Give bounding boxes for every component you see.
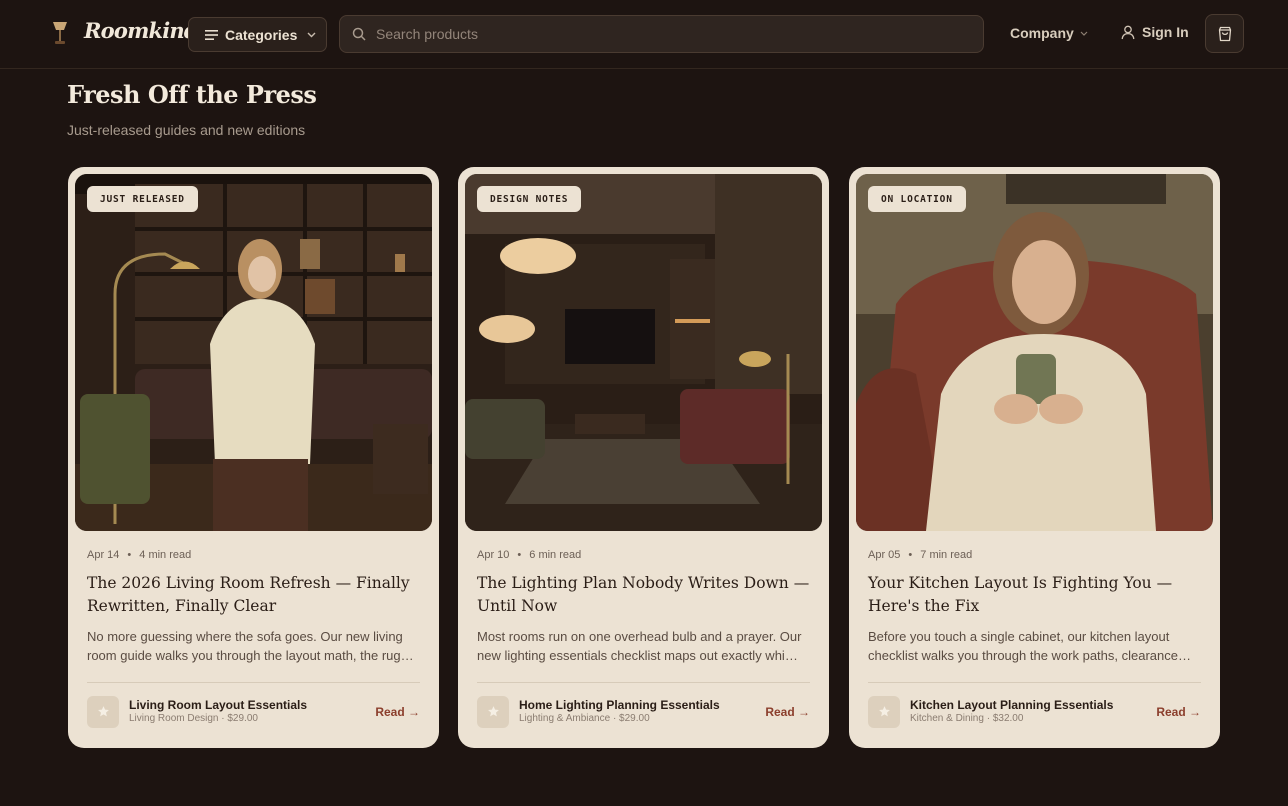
- top-nav: Roomkindle Categories Company Sign In: [0, 0, 1288, 69]
- article-image[interactable]: [465, 174, 822, 531]
- section-title: Fresh Off the Press: [67, 80, 317, 109]
- read-link[interactable]: Read →: [765, 705, 810, 719]
- read-link[interactable]: Read →: [1156, 705, 1201, 719]
- meta-separator: •: [517, 549, 522, 561]
- article-tag: ON LOCATION: [868, 186, 966, 212]
- search-bar[interactable]: [339, 15, 984, 53]
- article-title[interactable]: The 2026 Living Room Refresh — Finally R…: [87, 572, 422, 618]
- categories-label: Categories: [225, 26, 298, 43]
- article-title[interactable]: Your Kitchen Layout Is Fighting You — He…: [868, 572, 1203, 618]
- company-label: Company: [1010, 25, 1074, 41]
- article-card[interactable]: ON LOCATION Apr 05 • 7 min read Your Kit…: [849, 167, 1220, 748]
- related-product[interactable]: Kitchen Layout Planning Essentials Kitch…: [868, 695, 1201, 728]
- article-date: Apr 10: [477, 549, 510, 561]
- section-subtitle: Just-released guides and new editions: [67, 122, 306, 138]
- lamp-logo-icon[interactable]: [50, 19, 70, 47]
- divider: [87, 682, 420, 683]
- star-icon: [477, 695, 509, 728]
- article-tag: DESIGN NOTES: [477, 186, 582, 212]
- product-meta: Living Room Design · $29.00: [129, 713, 258, 724]
- article-date: Apr 14: [87, 549, 120, 561]
- article-excerpt: Before you touch a single cabinet, our k…: [868, 629, 1185, 663]
- related-product[interactable]: Home Lighting Planning Essentials Lighti…: [477, 695, 810, 728]
- article-tag: JUST RELEASED: [87, 186, 198, 212]
- article-image[interactable]: [75, 174, 432, 531]
- sign-in-button[interactable]: Sign In: [1121, 24, 1189, 40]
- article-date: Apr 05: [868, 549, 901, 561]
- read-link[interactable]: Read →: [375, 705, 420, 719]
- shopping-bag-icon: [1218, 26, 1231, 41]
- search-input[interactable]: [376, 26, 983, 42]
- related-product[interactable]: Living Room Layout Essentials Living Roo…: [87, 695, 420, 728]
- meta-separator: •: [127, 549, 132, 561]
- search-icon: [352, 27, 366, 41]
- article-read-time: 4 min read: [139, 549, 192, 561]
- product-meta: Lighting & Ambiance · $29.00: [519, 713, 650, 724]
- article-card[interactable]: JUST RELEASED Apr 14 • 4 min read The 20…: [68, 167, 439, 748]
- meta-separator: •: [908, 549, 913, 561]
- chevron-down-icon: [307, 32, 316, 37]
- categories-button[interactable]: Categories: [188, 17, 327, 52]
- article-title[interactable]: The Lighting Plan Nobody Writes Down — U…: [477, 572, 812, 618]
- sign-in-label: Sign In: [1142, 24, 1189, 40]
- article-excerpt: No more guessing where the sofa goes. Ou…: [87, 629, 403, 663]
- chevron-down-icon: [1080, 31, 1088, 36]
- product-name: Kitchen Layout Planning Essentials: [910, 698, 1114, 712]
- star-icon: [868, 695, 900, 728]
- user-icon: [1121, 25, 1135, 39]
- article-read-time: 6 min read: [529, 549, 582, 561]
- article-meta: Apr 10 • 6 min read: [477, 549, 581, 561]
- cart-button[interactable]: [1205, 14, 1244, 53]
- article-meta: Apr 05 • 7 min read: [868, 549, 972, 561]
- article-excerpt: Most rooms run on one overhead bulb and …: [477, 629, 802, 663]
- product-name: Living Room Layout Essentials: [129, 698, 308, 712]
- menu-icon: [205, 29, 218, 40]
- divider: [868, 682, 1201, 683]
- company-menu[interactable]: Company: [1010, 25, 1088, 41]
- article-image[interactable]: [856, 174, 1213, 531]
- article-read-time: 7 min read: [920, 549, 973, 561]
- product-meta: Kitchen & Dining · $32.00: [910, 713, 1024, 724]
- article-card[interactable]: DESIGN NOTES Apr 10 • 6 min read The Lig…: [458, 167, 829, 748]
- divider: [477, 682, 810, 683]
- article-meta: Apr 14 • 4 min read: [87, 549, 191, 561]
- star-icon: [87, 695, 119, 728]
- product-name: Home Lighting Planning Essentials: [519, 698, 720, 712]
